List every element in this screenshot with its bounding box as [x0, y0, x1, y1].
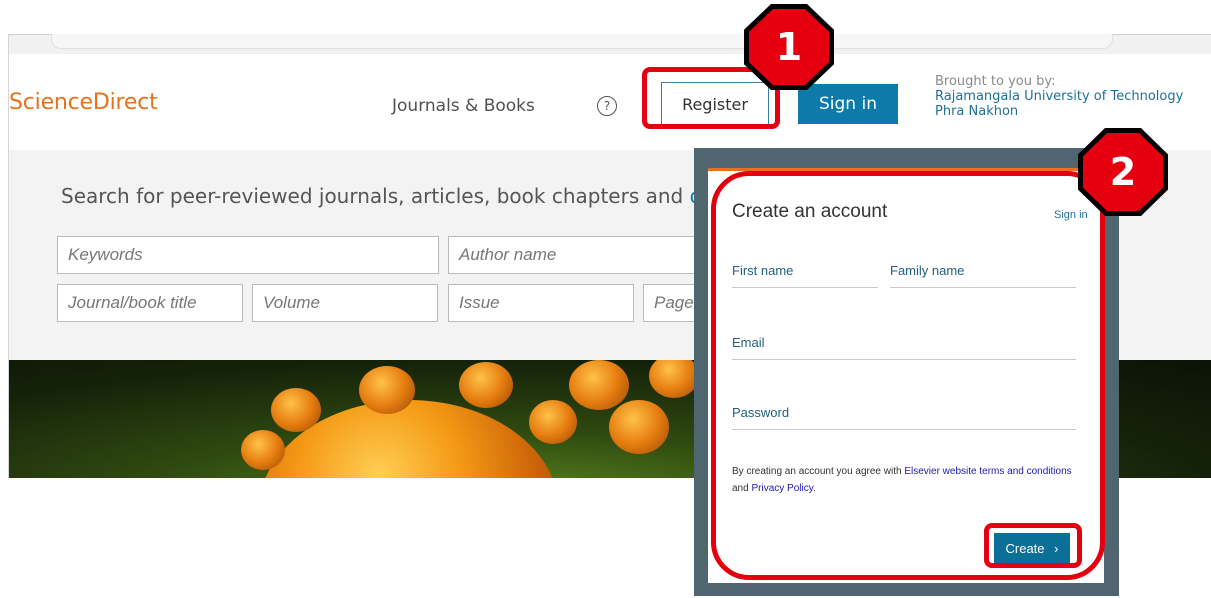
chevron-right-icon: ›: [1054, 541, 1059, 556]
terms-notice: By creating an account you agree with El…: [732, 463, 1082, 497]
family-name-label: Family name: [890, 263, 965, 278]
virus-spike: [649, 360, 699, 398]
first-name-field[interactable]: First name: [732, 263, 878, 288]
journal-book-title-input[interactable]: Journal/book title: [57, 284, 243, 322]
keywords-input[interactable]: Keywords: [57, 236, 439, 274]
terms-suffix: .: [812, 483, 816, 494]
step-1-badge: 1: [744, 4, 834, 90]
institution-name-line2[interactable]: Phra Nakhon: [935, 104, 1183, 119]
journals-books-link[interactable]: Journals & Books: [392, 96, 535, 116]
institution-name-line1[interactable]: Rajamangala University of Technology: [935, 89, 1183, 104]
virus-spike: [609, 400, 669, 454]
virus-spike: [359, 366, 415, 414]
modal-title: Create an account: [732, 201, 888, 222]
password-field[interactable]: Password: [732, 405, 1076, 430]
family-name-field[interactable]: Family name: [890, 263, 1076, 288]
brought-to-you-label: Brought to you by:: [935, 74, 1056, 89]
create-label: Create: [1005, 541, 1045, 556]
first-name-label: First name: [732, 263, 794, 278]
volume-input[interactable]: Volume: [252, 284, 438, 322]
privacy-policy-link[interactable]: Privacy Policy: [751, 483, 813, 494]
terms-prefix: By creating an account you agree with: [732, 466, 905, 477]
sciencedirect-logo[interactable]: ScienceDirect: [9, 90, 158, 115]
step-1-number: 1: [749, 9, 829, 85]
register-button[interactable]: Register: [661, 82, 769, 126]
site-header: ScienceDirect Journals & Books ? Registe…: [9, 54, 1211, 150]
terms-mid: and: [732, 483, 752, 494]
virus-spike: [241, 430, 285, 470]
register-form: Create an account Sign in First name Fam…: [708, 168, 1104, 583]
create-button[interactable]: Create ›: [994, 533, 1070, 565]
virus-spike: [529, 400, 577, 444]
address-bar-field[interactable]: [51, 34, 1113, 49]
sign-in-button[interactable]: Sign in: [798, 84, 898, 124]
help-icon[interactable]: ?: [597, 96, 617, 116]
modal-sign-in-link[interactable]: Sign in: [1054, 209, 1088, 221]
virus-spike: [459, 362, 513, 408]
browser-address-bar: [9, 34, 1211, 55]
step-2-number: 2: [1083, 133, 1163, 211]
password-label: Password: [732, 405, 790, 420]
register-modal: Create an account Sign in First name Fam…: [694, 148, 1119, 596]
issue-input[interactable]: Issue: [448, 284, 634, 322]
virus-spike: [569, 360, 629, 410]
virus-spike: [271, 388, 321, 432]
terms-link[interactable]: Elsevier website terms and conditions: [904, 466, 1071, 477]
search-headline-text: Search for peer-reviewed journals, artic…: [61, 184, 690, 208]
search-headline: Search for peer-reviewed journals, artic…: [61, 184, 715, 208]
email-label: Email: [732, 335, 765, 350]
institution-access-info: Brought to you by: Rajamangala Universit…: [935, 74, 1183, 119]
email-field[interactable]: Email: [732, 335, 1076, 360]
